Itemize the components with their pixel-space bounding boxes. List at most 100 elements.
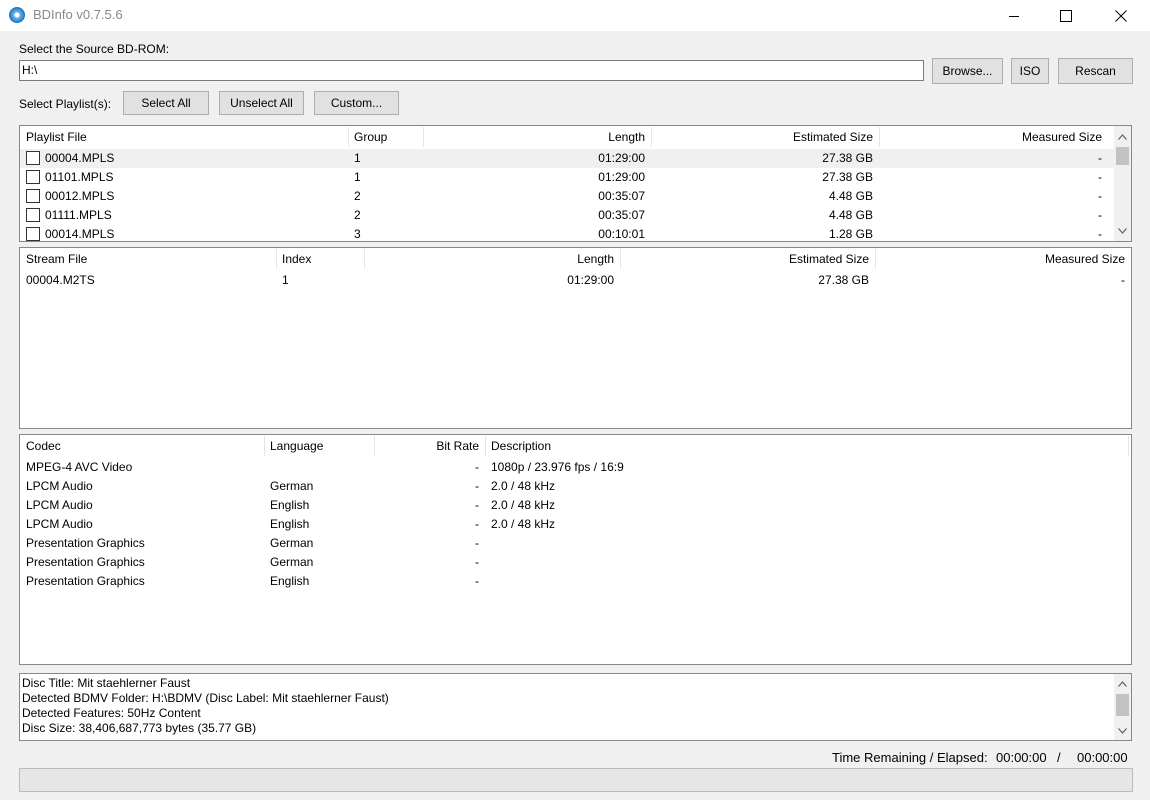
stream-estimated-size: 27.38 GB [818,273,869,287]
playlist-row[interactable]: 00004.MPLS 1 01:29:00 27.38 GB - [20,149,1114,168]
disc-info-textarea[interactable]: Disc Title: Mit staehlerner Faust Detect… [19,673,1132,741]
playlist-scrollbar[interactable] [1114,126,1131,241]
playlist-checkbox[interactable] [26,189,40,203]
minimize-button[interactable] [991,0,1037,31]
codec-name: LPCM Audio [26,479,93,493]
codec-bit-rate: - [475,555,479,569]
codec-language: German [270,479,314,493]
column-length[interactable]: Length [423,126,651,148]
playlist-file: 00004.MPLS [45,151,115,165]
codec-language: German [270,555,314,569]
codec-name: LPCM Audio [26,517,93,531]
maximize-button[interactable] [1043,0,1089,31]
playlist-measured-size: - [1098,151,1102,165]
stream-file-list[interactable]: Stream File Index Length Estimated Size … [19,247,1132,429]
scroll-down-icon[interactable] [1114,222,1131,239]
codec-description [485,553,497,572]
column-group[interactable]: Group [348,126,423,148]
custom-button[interactable]: Custom... [314,91,399,115]
codec-name: Presentation Graphics [26,536,145,550]
column-bit-rate[interactable]: Bit Rate [374,435,485,457]
stream-index: 1 [282,273,289,287]
playlist-file: 00014.MPLS [45,227,115,241]
playlist-length: 00:35:07 [598,189,645,203]
codec-description: 2.0 / 48 kHz [491,498,556,512]
playlist-group: 2 [354,208,361,222]
codec-description: 1080p / 23.976 fps / 16:9 [491,460,624,474]
playlist-row[interactable]: 00012.MPLS 2 00:35:07 4.48 GB - [20,187,1114,206]
column-index[interactable]: Index [276,248,364,270]
disc-title-line: Disc Title: Mit staehlerner Faust [22,676,191,690]
column-codec[interactable]: Codec [20,435,264,457]
column-description[interactable]: Description [485,435,1130,457]
codec-row[interactable]: Presentation Graphics German - [20,534,1131,553]
disc-info-scrollbar[interactable] [1114,674,1131,740]
codec-language [264,458,276,477]
column-estimated-size[interactable]: Estimated Size [620,248,875,270]
playlist-measured-size: - [1098,189,1102,203]
codec-row[interactable]: LPCM Audio English - 2.0 / 48 kHz [20,496,1131,515]
codec-row[interactable]: Presentation Graphics German - [20,553,1131,572]
playlist-checkbox[interactable] [26,151,40,165]
playlist-checkbox[interactable] [26,170,40,184]
scroll-thumb[interactable] [1116,147,1129,165]
playlist-file: 00012.MPLS [45,189,115,203]
column-measured-size[interactable]: Measured Size [879,126,1108,148]
iso-button[interactable]: ISO [1011,58,1049,84]
select-all-button[interactable]: Select All [123,91,209,115]
column-playlist-file[interactable]: Playlist File [20,126,348,148]
column-measured-size[interactable]: Measured Size [875,248,1131,270]
select-playlists-label: Select Playlist(s): [19,97,112,111]
playlist-group: 1 [354,170,361,184]
codec-language: German [270,536,314,550]
codec-description: 2.0 / 48 kHz [491,517,556,531]
codec-language: English [270,517,310,531]
title-bar: BDInfo v0.7.5.6 [0,0,1150,31]
scroll-up-icon[interactable] [1114,675,1131,692]
codec-row[interactable]: Presentation Graphics English - [20,572,1131,591]
stream-row[interactable]: 00004.M2TS 1 01:29:00 27.38 GB - [20,271,1131,290]
playlist-list[interactable]: Playlist File Group Length Estimated Siz… [19,125,1132,242]
playlist-file: 01101.MPLS [45,170,114,184]
browse-button[interactable]: Browse... [932,58,1003,84]
codec-list-header: Codec Language Bit Rate Description [20,435,1131,457]
column-language[interactable]: Language [264,435,374,457]
playlist-length: 00:10:01 [598,227,645,241]
rescan-button[interactable]: Rescan [1058,58,1133,84]
column-estimated-size[interactable]: Estimated Size [651,126,879,148]
playlist-length: 01:29:00 [598,151,645,165]
playlist-group: 1 [354,151,361,165]
disc-features-line: Detected Features: 50Hz Content [22,706,201,720]
playlist-measured-size: - [1098,170,1102,184]
scroll-down-icon[interactable] [1114,722,1131,739]
playlist-row[interactable]: 00014.MPLS 3 00:10:01 1.28 GB - [20,225,1114,241]
scroll-up-icon[interactable] [1114,128,1131,145]
codec-list[interactable]: Codec Language Bit Rate Description MPEG… [19,434,1132,665]
codec-name: Presentation Graphics [26,574,145,588]
playlist-estimated-size: 27.38 GB [822,151,873,165]
column-stream-file[interactable]: Stream File [20,248,276,270]
playlist-length: 00:35:07 [598,208,645,222]
playlist-measured-size: - [1098,208,1102,222]
playlist-row[interactable]: 01101.MPLS 1 01:29:00 27.38 GB - [20,168,1114,187]
codec-row[interactable]: LPCM Audio English - 2.0 / 48 kHz [20,515,1131,534]
codec-description [485,534,497,553]
close-button[interactable] [1098,0,1144,31]
close-icon [1115,9,1127,22]
scroll-thumb[interactable] [1116,694,1129,716]
playlist-group: 2 [354,189,361,203]
playlist-estimated-size: 27.38 GB [822,170,873,184]
source-path-input[interactable]: H:\ [19,60,924,81]
codec-row[interactable]: LPCM Audio German - 2.0 / 48 kHz [20,477,1131,496]
playlist-checkbox[interactable] [26,227,40,241]
unselect-all-button[interactable]: Unselect All [219,91,304,115]
stream-file: 00004.M2TS [26,273,95,287]
time-separator: / [1057,750,1061,765]
codec-row[interactable]: MPEG-4 AVC Video - 1080p / 23.976 fps / … [20,458,1131,477]
playlist-group: 3 [354,227,361,241]
playlist-checkbox[interactable] [26,208,40,222]
playlist-row[interactable]: 01111.MPLS 2 00:35:07 4.48 GB - [20,206,1114,225]
stream-length: 01:29:00 [567,273,614,287]
column-length[interactable]: Length [364,248,620,270]
playlist-measured-size: - [1098,227,1102,241]
